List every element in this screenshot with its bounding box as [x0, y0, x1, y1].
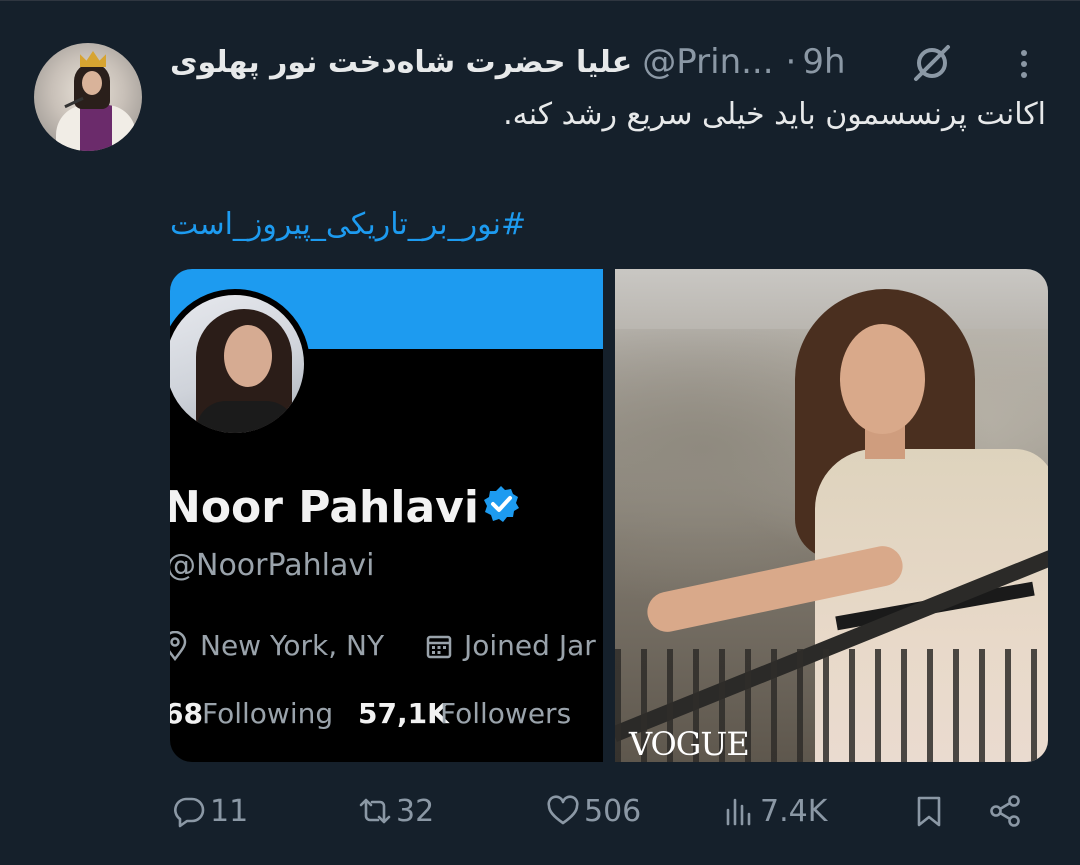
repost-icon: [359, 798, 391, 824]
profile-name: Noor Pahlavi: [170, 482, 479, 533]
profile-joined: Joined Jar: [464, 629, 596, 662]
tweet-media: Noor Pahlavi @NoorPahlavi New York, NY J…: [170, 269, 1048, 762]
tweet-timestamp[interactable]: 9h: [802, 42, 845, 82]
profile-followers-count: 57,1K: [358, 697, 449, 730]
views-count: 7.4K: [760, 793, 828, 829]
profile-photo: [170, 289, 310, 439]
profile-followers-label: Followers: [440, 697, 572, 730]
calendar-icon: [426, 635, 452, 659]
tweet-actions: 11 32 506 7.4K: [0, 781, 1080, 841]
profile-following-count: 68: [170, 697, 203, 730]
views-icon: [726, 798, 751, 826]
views-button[interactable]: 7.4K: [722, 781, 827, 841]
repost-button[interactable]: 32: [358, 781, 434, 841]
author-handle[interactable]: @Prin...: [642, 42, 773, 82]
author-display-name[interactable]: علیا حضرت شاه‌دخت نور پهلوی: [170, 45, 632, 80]
share-button[interactable]: [988, 781, 1022, 841]
profile-handle: @NoorPahlavi: [170, 548, 375, 583]
tweet-text: اکانت پرنسسمون باید خیلی سریع رشد کنه.: [503, 97, 1046, 132]
grok-icon[interactable]: [910, 41, 954, 85]
media-image-profile-screenshot[interactable]: Noor Pahlavi @NoorPahlavi New York, NY J…: [170, 269, 603, 762]
hashtag-link[interactable]: #نور_بر_تاریکی_پیروز_است: [170, 205, 526, 245]
tweet-header: علیا حضرت شاه‌دخت نور پهلوی @Prin... · 9…: [170, 37, 1050, 87]
reply-count: 11: [210, 793, 249, 829]
like-button[interactable]: 506: [546, 781, 641, 841]
reply-button[interactable]: 11: [172, 781, 248, 841]
media-image-vogue-photo[interactable]: VOGUE: [615, 269, 1048, 762]
more-icon[interactable]: [1012, 47, 1036, 81]
bookmark-icon: [917, 796, 941, 827]
verified-icon: [484, 486, 519, 522]
repost-count: 32: [396, 793, 435, 829]
like-count: 506: [584, 793, 642, 829]
reply-icon: [174, 797, 205, 828]
profile-location: New York, NY: [200, 629, 385, 662]
vogue-logo: VOGUE: [629, 725, 750, 762]
header-separator: ·: [785, 42, 797, 82]
tweet[interactable]: علیا حضرت شاه‌دخت نور پهلوی @Prin... · 9…: [0, 0, 1080, 865]
profile-following-label: Following: [202, 697, 334, 730]
author-avatar[interactable]: [34, 43, 142, 151]
share-icon: [990, 795, 1020, 827]
bookmark-button[interactable]: [912, 781, 946, 841]
location-icon: [170, 631, 187, 661]
like-icon: [547, 795, 579, 825]
